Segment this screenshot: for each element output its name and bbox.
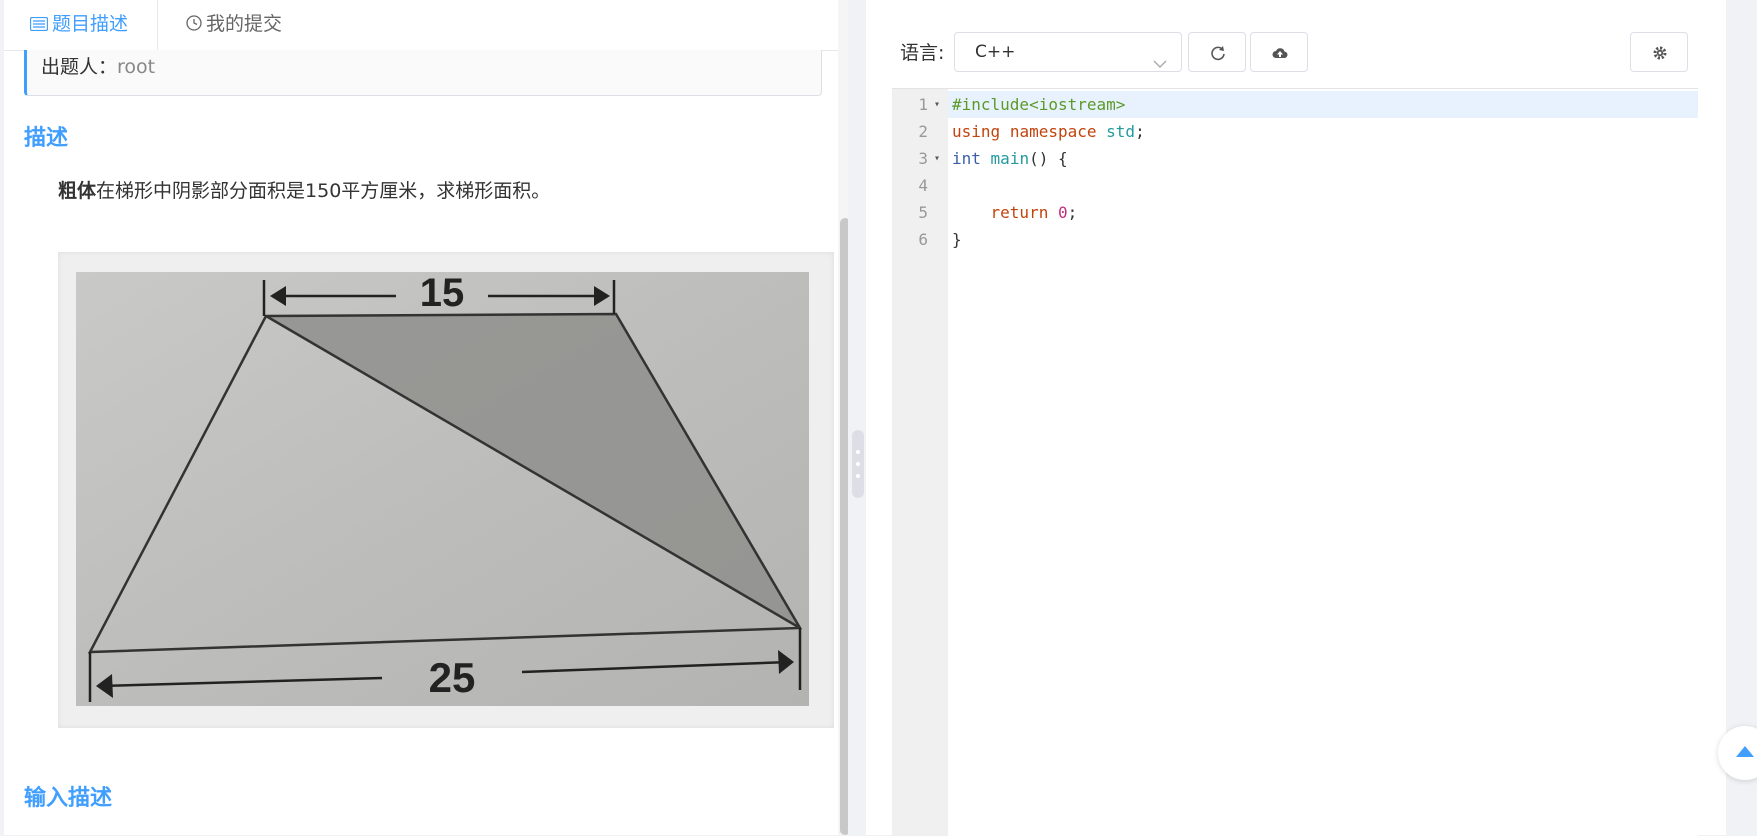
upload-code-button[interactable] (1250, 32, 1308, 72)
handle-dot (856, 450, 860, 454)
semicolon: ; (1067, 203, 1078, 222)
line-number: 5 (918, 203, 928, 222)
top-length-label: 15 (420, 272, 465, 315)
line-number: 2 (918, 122, 928, 141)
line-number: 6 (918, 230, 928, 249)
description-text: 粗体在梯形中阴影部分面积是150平方厘米，求梯形面积。 (58, 176, 550, 203)
tab-submissions[interactable]: 我的提交 (160, 0, 330, 50)
list-icon (29, 1, 49, 49)
include-directive: #include<iostream> (952, 95, 1126, 114)
fold-arrow-icon[interactable]: ▾ (934, 145, 940, 172)
editor-panel: 语言: C++ 1 ▾ #include<iostream> 2 using n… (866, 0, 1726, 836)
setter-name: root (117, 56, 156, 78)
tab-description-label: 题目描述 (52, 13, 129, 35)
chevron-down-icon (1153, 45, 1167, 83)
semicolon: ; (1135, 122, 1145, 141)
caret-up-icon (1736, 746, 1754, 757)
description-bold: 粗体 (58, 180, 97, 202)
problem-panel: 题目描述 我的提交 出题人：root 描述 粗体在梯形中阴影部分面积是150平方… (4, 0, 848, 835)
bottom-length-label: 25 (429, 654, 476, 701)
fold-arrow-icon[interactable]: ▾ (934, 91, 940, 118)
number-literal: 0 (1057, 203, 1068, 222)
function-main: main (990, 149, 1030, 168)
problem-tabs: 题目描述 我的提交 (4, 0, 848, 51)
code-line[interactable]: 4 (892, 172, 1698, 199)
refresh-icon (1211, 46, 1225, 61)
setter-label: 出题人： (41, 56, 118, 78)
language-label: 语言: (900, 42, 945, 64)
editor-settings-button[interactable] (1630, 32, 1688, 72)
keyword-using: using (952, 122, 1001, 141)
description-body: 在梯形中阴影部分面积是150平方厘米，求梯形面积。 (96, 180, 551, 202)
reset-code-button[interactable] (1188, 32, 1246, 72)
code-editor[interactable]: 1 ▾ #include<iostream> 2 using namespace… (892, 88, 1698, 836)
identifier-std: std (1106, 122, 1136, 141)
code-line[interactable]: 3 ▾ int main() { (892, 145, 1698, 172)
keyword-int: int (952, 149, 981, 168)
handle-dot (856, 474, 860, 478)
language-value: C++ (975, 42, 1016, 62)
handle-dot (856, 462, 860, 466)
tab-submissions-label: 我的提交 (206, 13, 283, 35)
keyword-namespace: namespace (1009, 122, 1097, 141)
panel-resize-handle[interactable] (852, 430, 864, 498)
language-select[interactable]: C++ (954, 32, 1182, 72)
problem-figure: 15 25 (58, 252, 834, 728)
line-number: 4 (918, 176, 928, 195)
setter-info: 出题人：root (24, 50, 822, 96)
code-line[interactable]: 1 ▾ #include<iostream> (892, 91, 1698, 118)
line-number: 3 (918, 149, 928, 168)
trapezoid-figure: 15 25 (76, 272, 809, 706)
gear-icon (1653, 46, 1667, 60)
tab-description[interactable]: 题目描述 (4, 0, 158, 50)
line-number: 1 (918, 95, 928, 114)
code-line[interactable]: 6 } (892, 226, 1698, 253)
clock-icon (186, 1, 202, 49)
keyword-return: return (990, 203, 1049, 222)
input-description-title: 输入描述 (24, 786, 113, 811)
problem-scrollbar-thumb[interactable] (840, 218, 848, 835)
code-line[interactable]: 2 using namespace std; (892, 118, 1698, 145)
cloud-upload-icon (1272, 48, 1288, 59)
description-title: 描述 (24, 126, 69, 151)
main-signature-rest: () { (1029, 149, 1068, 168)
code-line[interactable]: 5 return 0; (892, 199, 1698, 226)
closing-brace: } (952, 230, 962, 249)
